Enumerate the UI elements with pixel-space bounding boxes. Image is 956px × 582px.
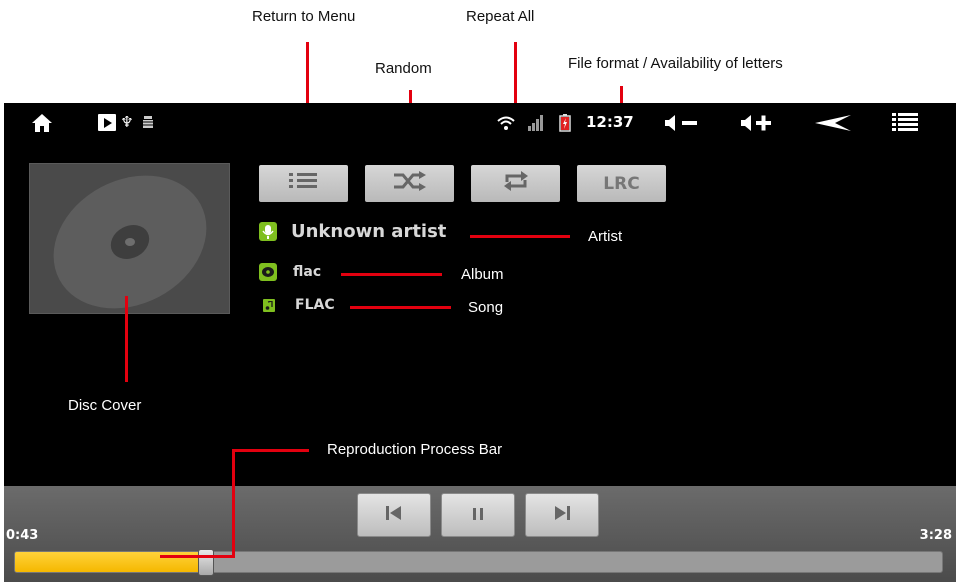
signal-icon: [526, 113, 544, 133]
pause-button[interactable]: [441, 493, 515, 537]
return-to-menu-button[interactable]: [259, 165, 348, 202]
pause-icon: [471, 506, 485, 525]
repeat-all-button[interactable]: [471, 165, 560, 202]
album-row: flac: [259, 263, 321, 281]
lrc-button[interactable]: LRC: [577, 165, 666, 202]
callout-line-process-bar-top: [233, 449, 309, 452]
playback-panel: 0:43 3:28: [4, 486, 956, 582]
callout-repeat-all: Repeat All: [466, 8, 535, 25]
volume-up-icon[interactable]: [738, 113, 778, 133]
menu-icon[interactable]: [891, 112, 919, 134]
callout-line-album: [341, 273, 442, 276]
callout-song: Song: [468, 299, 504, 316]
callout-artist: Artist: [588, 228, 623, 245]
callout-process-bar: Reproduction Process Bar: [327, 441, 503, 458]
microphone-icon: [259, 222, 277, 241]
wifi-icon: [496, 113, 516, 133]
usb-icon: ♆: [120, 113, 134, 131]
previous-button[interactable]: [357, 493, 431, 537]
album-name: flac: [293, 264, 322, 280]
next-icon: [553, 505, 571, 525]
android-debug-icon: [139, 112, 157, 132]
callout-line-song: [350, 306, 451, 309]
home-icon[interactable]: [30, 112, 54, 134]
callout-line-artist: [470, 235, 570, 238]
artist-row: Unknown artist: [259, 221, 446, 242]
next-button[interactable]: [525, 493, 599, 537]
shuffle-icon: [393, 171, 427, 196]
back-icon[interactable]: [812, 113, 854, 133]
elapsed-time: 0:43: [6, 528, 39, 543]
callout-line-process-bar-bottom: [160, 555, 235, 558]
media-play-icon: [98, 114, 116, 131]
progress-thumb[interactable]: [198, 549, 214, 576]
song-row: FLAC: [263, 297, 335, 313]
volume-down-icon[interactable]: [662, 113, 702, 133]
progress-bar[interactable]: [14, 551, 943, 573]
callout-return-to-menu: Return to Menu: [252, 8, 356, 25]
random-button[interactable]: [365, 165, 454, 202]
music-player-screen: ♆ 12:37 LRC Unknown artist flac FLAC 0:4…: [4, 103, 956, 582]
album-disc-icon: [259, 263, 277, 281]
battery-charging-icon: [558, 113, 572, 133]
artist-name: Unknown artist: [291, 221, 447, 242]
callout-album: Album: [461, 266, 504, 283]
song-name: FLAC: [295, 297, 335, 313]
disc-cover: [29, 163, 230, 314]
callout-random: Random: [375, 60, 432, 77]
callout-disc-cover: Disc Cover: [68, 397, 142, 414]
repeat-icon: [502, 170, 530, 197]
status-bar: ♆ 12:37: [4, 103, 956, 143]
total-time: 3:28: [919, 528, 952, 543]
status-clock: 12:37: [586, 113, 634, 131]
callout-line-process-bar-vertical: [232, 449, 235, 558]
music-note-icon: [263, 298, 275, 312]
previous-icon: [385, 505, 403, 525]
callout-line-disc-cover: [125, 296, 128, 382]
callout-file-format: File format / Availability of letters: [568, 55, 783, 72]
list-menu-icon: [288, 171, 319, 196]
